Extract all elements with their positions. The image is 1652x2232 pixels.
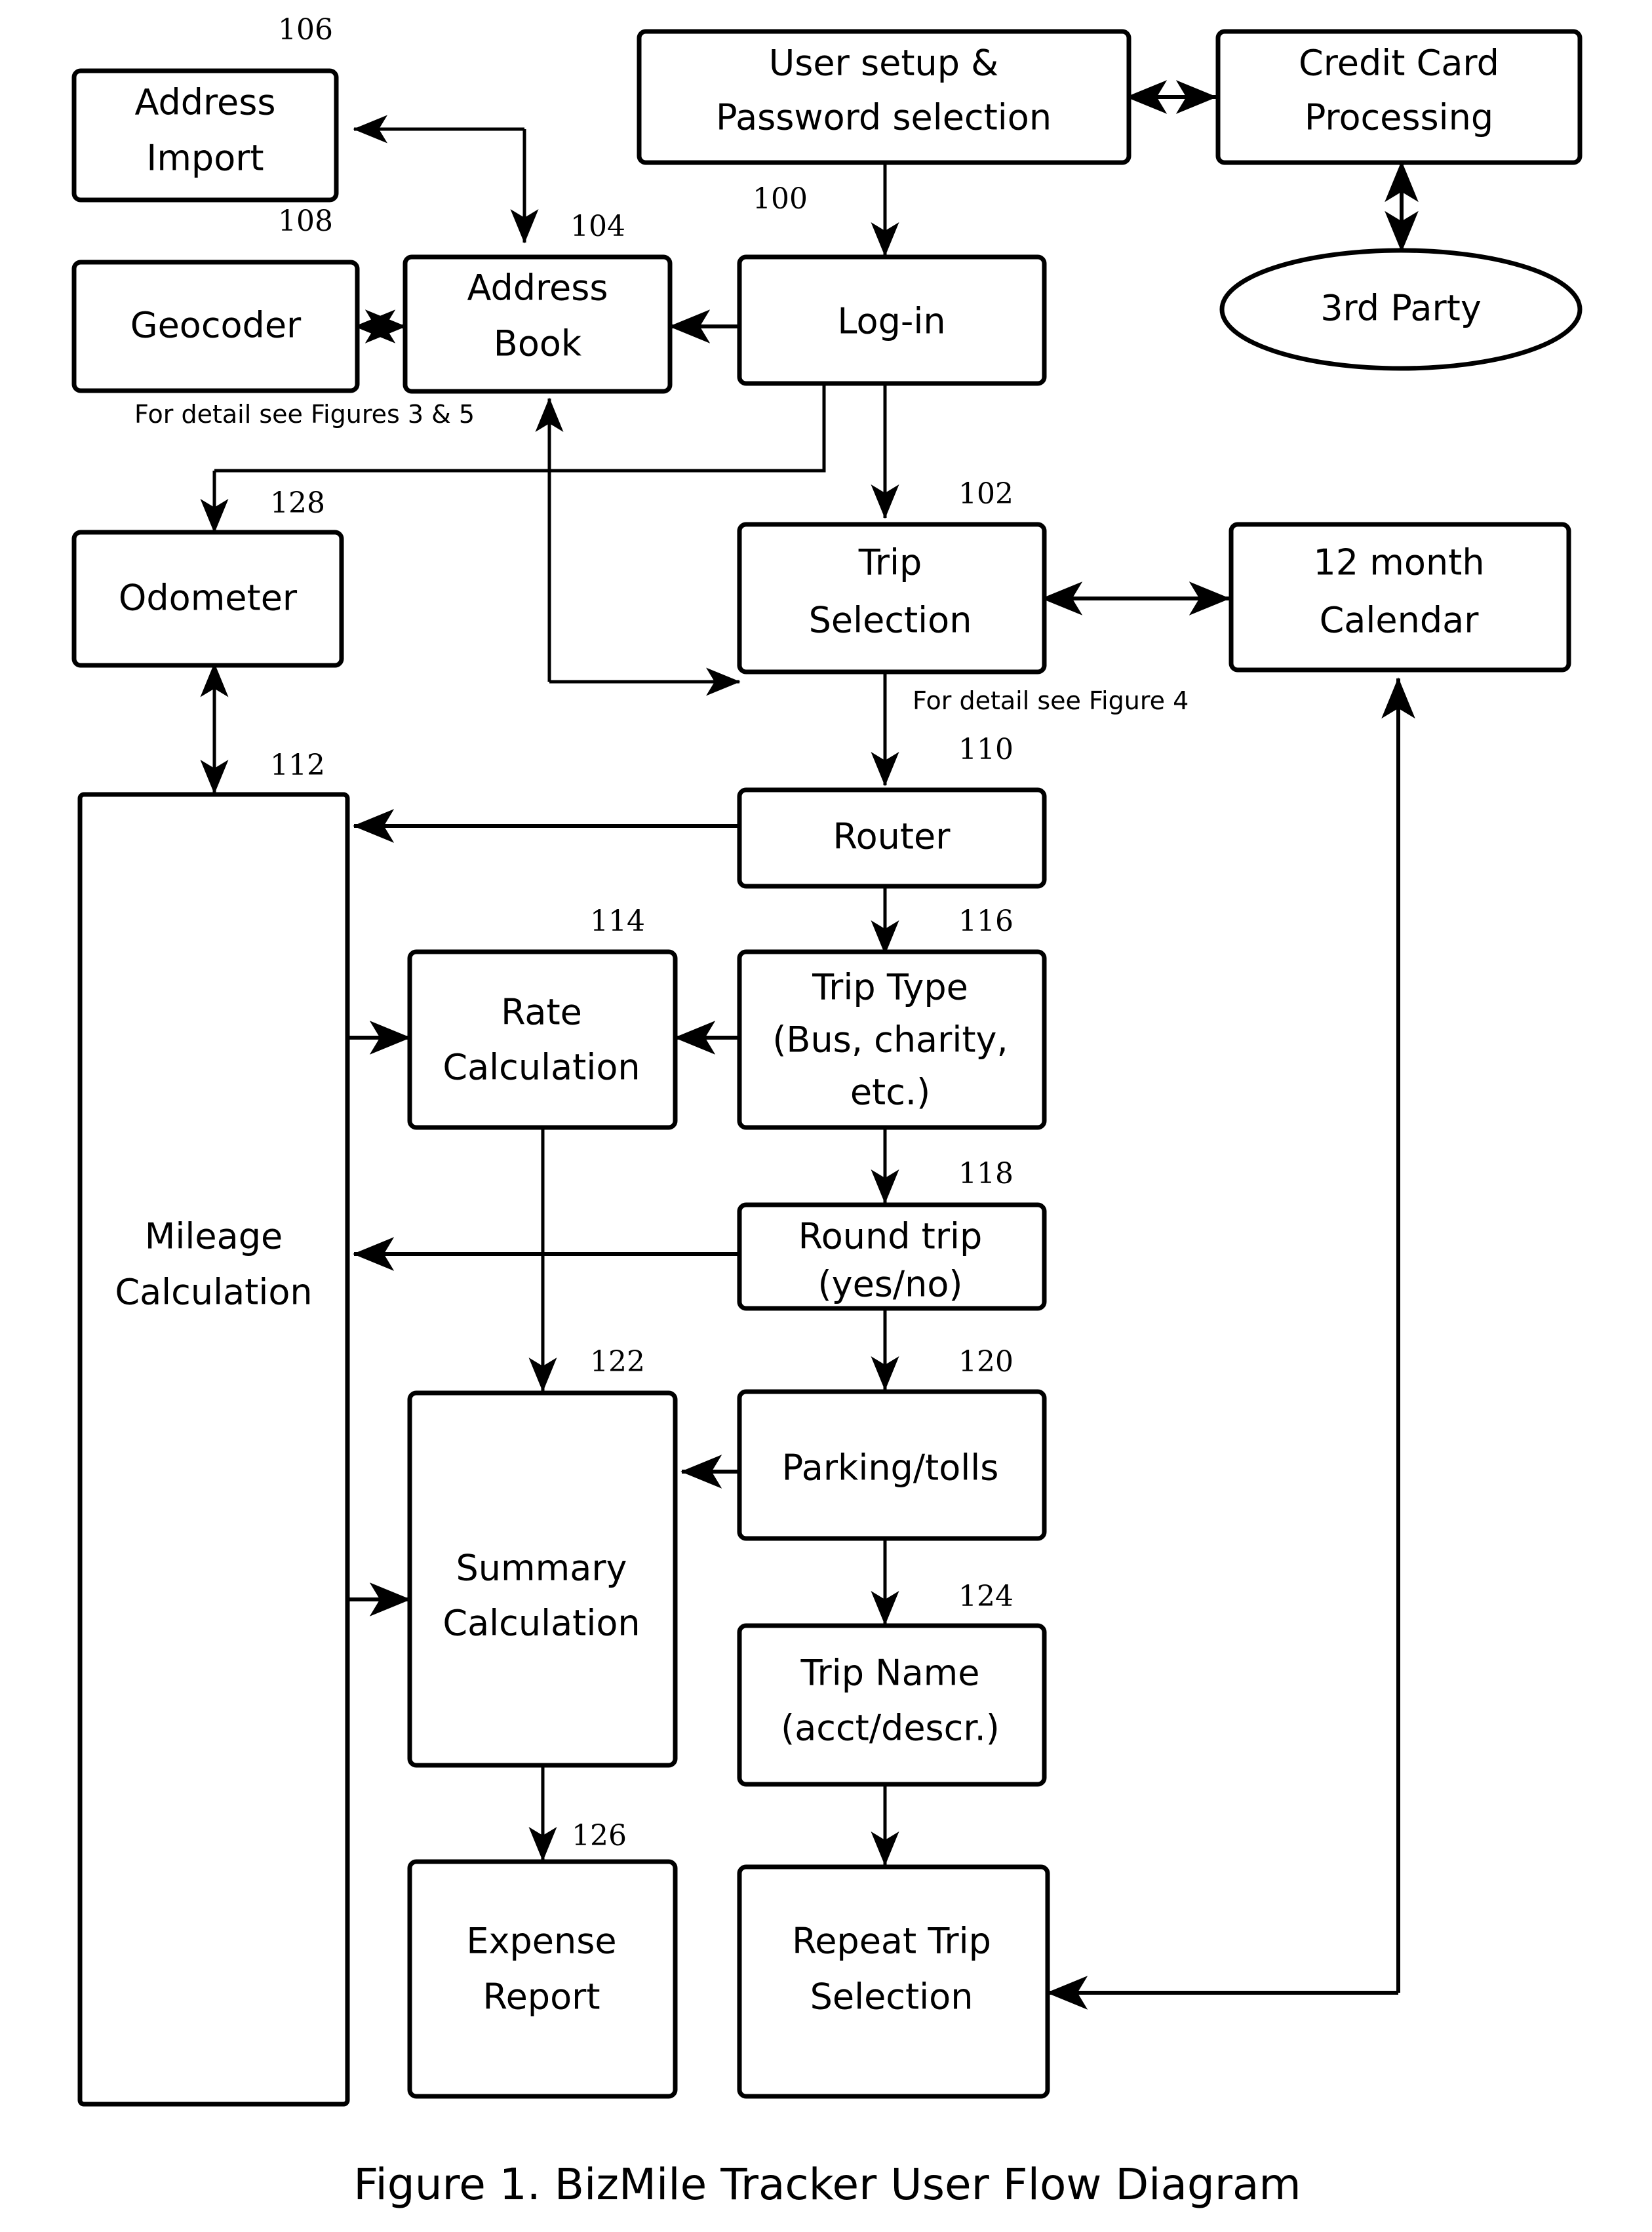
- ref-114: 114: [590, 905, 645, 938]
- ref-110: 110: [958, 733, 1013, 766]
- ref-116: 116: [958, 905, 1013, 938]
- figure-caption: Figure 1. BizMile Tracker User Flow Diag…: [353, 2159, 1301, 2210]
- ref-108: 108: [278, 205, 333, 238]
- node-odometer[interactable]: Odometer: [71, 530, 344, 668]
- note-figure-4: For detail see Figure 4: [913, 686, 1189, 715]
- trip-type-label-line3: etc.): [850, 1072, 930, 1113]
- summary-label-line1: Summary: [456, 1548, 627, 1589]
- router-label: Router: [833, 816, 951, 857]
- address-import-label-line1: Address: [134, 82, 275, 123]
- ref-112: 112: [270, 749, 325, 782]
- flow-diagram: Address Import 106 Geocoder 108 Address …: [71, 13, 1583, 2210]
- ref-120: 120: [958, 1345, 1013, 1379]
- node-user-setup[interactable]: User setup & Password selection: [637, 29, 1131, 165]
- node-summary-calculation[interactable]: Summary Calculation: [407, 1390, 678, 1768]
- node-repeat-trip-selection[interactable]: Repeat Trip Selection: [737, 1864, 1050, 2099]
- node-credit-card-processing[interactable]: Credit Card Processing: [1215, 29, 1583, 165]
- node-third-party[interactable]: 3rd Party: [1219, 248, 1583, 371]
- node-trip-selection[interactable]: Trip Selection: [737, 522, 1047, 675]
- login-label: Log-in: [837, 301, 945, 342]
- node-login[interactable]: Log-in: [737, 254, 1047, 386]
- mileage-label-line1: Mileage: [145, 1216, 283, 1257]
- figure-container: Address Import 106 Geocoder 108 Address …: [0, 0, 1652, 2232]
- address-book-label-line2: Book: [494, 323, 582, 364]
- trip-type-label-line1: Trip Type: [812, 967, 968, 1008]
- repeat-trip-label-line2: Selection: [810, 1976, 974, 2018]
- summary-label-line2: Calculation: [442, 1603, 640, 1644]
- odometer-label: Odometer: [119, 578, 298, 619]
- node-trip-type[interactable]: Trip Type (Bus, charity, etc.): [737, 949, 1047, 1130]
- node-router[interactable]: Router: [737, 787, 1047, 889]
- address-import-label-line2: Import: [146, 138, 264, 179]
- user-setup-label-line1: User setup &: [769, 43, 999, 84]
- repeat-trip-label-line1: Repeat Trip: [792, 1921, 991, 1962]
- address-book-label-line1: Address: [467, 267, 608, 309]
- rate-label-line1: Rate: [501, 992, 582, 1033]
- node-expense-report[interactable]: Expense Report: [407, 1859, 678, 2099]
- round-trip-label-line2: (yes/no): [818, 1264, 963, 1305]
- ref-122: 122: [590, 1345, 645, 1379]
- ref-126: 126: [572, 1819, 627, 1852]
- mileage-label-line2: Calculation: [115, 1272, 312, 1313]
- trip-selection-label-line2: Selection: [809, 600, 972, 641]
- round-trip-label-line1: Round trip: [798, 1216, 983, 1257]
- ref-102: 102: [958, 477, 1013, 511]
- node-calendar[interactable]: 12 month Calendar: [1229, 522, 1571, 673]
- ref-124: 124: [958, 1580, 1013, 1613]
- expense-report-label-line2: Report: [482, 1976, 600, 2018]
- credit-card-label-line2: Processing: [1305, 97, 1493, 138]
- ref-118: 118: [958, 1157, 1013, 1190]
- ref-100: 100: [753, 182, 808, 216]
- node-address-book[interactable]: Address Book: [403, 254, 673, 394]
- node-rate-calculation[interactable]: Rate Calculation: [407, 949, 678, 1130]
- credit-card-label-line1: Credit Card: [1299, 43, 1499, 84]
- trip-name-label-line1: Trip Name: [800, 1653, 979, 1694]
- node-address-import[interactable]: Address Import: [71, 68, 339, 203]
- node-trip-name[interactable]: Trip Name (acct/descr.): [737, 1623, 1047, 1787]
- ref-128: 128: [270, 486, 325, 520]
- ref-104: 104: [570, 210, 625, 243]
- rate-label-line2: Calculation: [442, 1047, 640, 1088]
- third-party-label: 3rd Party: [1320, 288, 1482, 329]
- user-setup-label-line2: Password selection: [716, 97, 1052, 138]
- node-mileage-calculation[interactable]: Mileage Calculation: [77, 792, 350, 2107]
- geocoder-label: Geocoder: [130, 305, 302, 346]
- parking-tolls-label: Parking/tolls: [782, 1447, 999, 1489]
- calendar-label-line1: 12 month: [1313, 542, 1484, 583]
- expense-report-label-line1: Expense: [466, 1921, 616, 1962]
- node-round-trip[interactable]: Round trip (yes/no): [737, 1202, 1047, 1311]
- calendar-label-line2: Calendar: [1320, 600, 1480, 641]
- trip-name-label-line2: (acct/descr.): [781, 1708, 1000, 1749]
- note-figures-3-5: For detail see Figures 3 & 5: [134, 400, 475, 429]
- trip-type-label-line2: (Bus, charity,: [772, 1019, 1008, 1061]
- node-parking-tolls[interactable]: Parking/tolls: [737, 1389, 1047, 1541]
- node-geocoder[interactable]: Geocoder: [71, 260, 360, 393]
- ref-106: 106: [278, 13, 333, 47]
- trip-selection-label-line1: Trip: [858, 542, 922, 583]
